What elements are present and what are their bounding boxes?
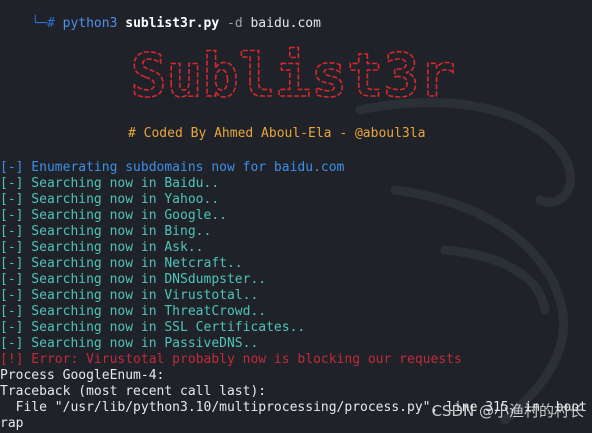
csdn-watermark: CSDN @小渔村的村长	[431, 402, 584, 420]
search-line-ask: [-] Searching now in Ask..	[0, 240, 204, 255]
prompt-flag: -d	[227, 16, 243, 31]
coded-by-line: # Coded By Ahmed Aboul-Ela - @aboul3la	[128, 126, 426, 141]
traceback-continuation-line: rap	[0, 416, 24, 431]
search-line-passivedns: [-] Searching now in PassiveDNS..	[0, 336, 259, 351]
prompt-command: python3	[62, 16, 118, 31]
sublist3r-ascii-banner: Sublist3r	[130, 40, 457, 112]
search-line-netcraft: [-] Searching now in Netcraft..	[0, 256, 243, 271]
process-line: Process GoogleEnum-4:	[0, 368, 165, 383]
search-line-yahoo: [-] Searching now in Yahoo..	[0, 192, 220, 207]
error-line: [!] Error: Virustotal probably now is bl…	[0, 352, 462, 367]
prompt-corner: └─#	[31, 16, 55, 31]
traceback-line: Traceback (most recent call last):	[0, 384, 267, 399]
search-line-threatcrowd: [-] Searching now in ThreatCrowd..	[0, 304, 267, 319]
command-prompt-line: └─# python3 sublist3r.py -d baidu.com	[0, 0, 321, 31]
enumerating-line: [-] Enumerating subdomains now for baidu…	[0, 160, 345, 175]
prompt-script: sublist3r.py	[125, 16, 220, 31]
search-line-baidu: [-] Searching now in Baidu..	[0, 176, 220, 191]
search-line-dnsdumpster: [-] Searching now in DNSdumpster..	[0, 272, 267, 287]
search-line-bing: [-] Searching now in Bing..	[0, 224, 212, 239]
terminal-window[interactable]: └─# python3 sublist3r.py -d baidu.com Su…	[0, 0, 592, 433]
search-line-google: [-] Searching now in Google..	[0, 208, 227, 223]
prompt-target: baidu.com	[250, 16, 321, 31]
search-line-ssl-certificates: [-] Searching now in SSL Certificates..	[0, 320, 306, 335]
banner-text: Sublist3r	[130, 41, 455, 111]
search-line-virustotal: [-] Searching now in Virustotal..	[0, 288, 259, 303]
